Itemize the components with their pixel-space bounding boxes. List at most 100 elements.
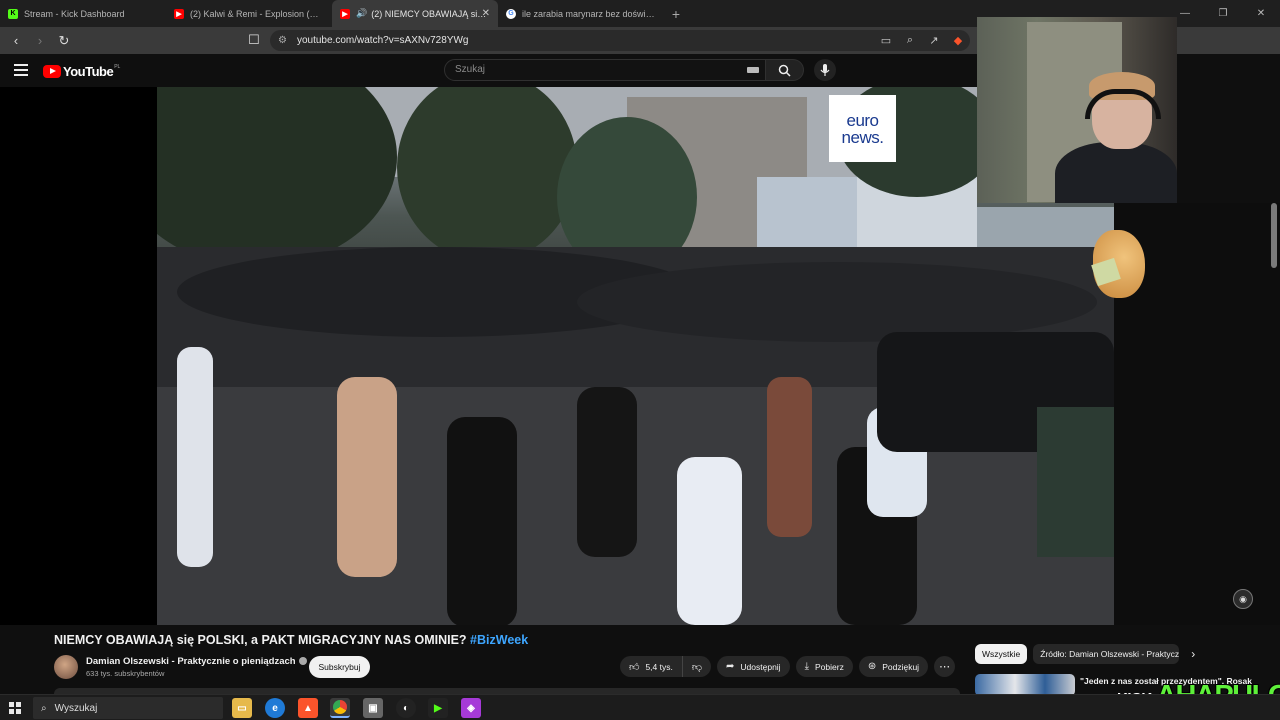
verified-icon bbox=[298, 657, 307, 665]
subscribe-button[interactable]: Subskrybuj bbox=[309, 656, 370, 678]
youtube-logo[interactable]: YouTube PL bbox=[43, 64, 120, 79]
page-scrollbar[interactable] bbox=[1271, 203, 1277, 268]
youtube-icon: ▶ bbox=[174, 8, 184, 19]
tab-kick-dashboard[interactable]: K Stream - Kick Dashboard bbox=[0, 0, 166, 27]
youtube-wordmark: YouTube bbox=[63, 64, 114, 79]
video-title-text: NIEMCY OBAWIAJĄ się POLSKI, a PAKT MIGRA… bbox=[54, 633, 467, 647]
window-controls: — ❐ ✕ bbox=[1166, 0, 1280, 27]
tab-title: Stream - Kick Dashboard bbox=[24, 8, 125, 19]
dislike-button[interactable]: 👎︎ bbox=[683, 656, 711, 677]
app-window-icon[interactable]: ▣ bbox=[363, 698, 383, 718]
thumbs-up-icon: 👍︎ bbox=[629, 661, 640, 673]
download-label: Pobierz bbox=[815, 661, 844, 672]
thanks-label: Podziękuj bbox=[882, 661, 920, 672]
chip-all[interactable]: Wszystkie bbox=[975, 644, 1028, 664]
toolbar-extensions: ▭ ⌕ ↗ ◆ bbox=[876, 30, 968, 50]
google-icon: G bbox=[506, 8, 516, 19]
chevron-right-icon[interactable]: › bbox=[1191, 647, 1195, 661]
windows-start-icon[interactable] bbox=[9, 702, 21, 714]
keyboard-icon[interactable] bbox=[747, 67, 759, 73]
streamer-body bbox=[1055, 142, 1177, 203]
search-input[interactable]: Szukaj bbox=[444, 59, 766, 81]
youtube-icon: ▶ bbox=[340, 8, 350, 19]
file-explorer-icon[interactable]: ▭ bbox=[232, 698, 252, 718]
euronews-logo-line2: news. bbox=[841, 127, 884, 147]
video-title: NIEMCY OBAWIAJĄ się POLSKI, a PAKT MIGRA… bbox=[54, 633, 528, 647]
channel-info: Damian Olszewski - Praktycznie o pieniąd… bbox=[54, 655, 307, 679]
thumbs-down-icon: 👎︎ bbox=[691, 661, 703, 673]
share-arrow-icon: ➦ bbox=[726, 661, 735, 672]
chip-source-channel[interactable]: Źródło: Damian Olszewski - Praktyczn bbox=[1033, 644, 1180, 664]
cast-icon[interactable]: ▭ bbox=[876, 30, 896, 50]
banknote-icon bbox=[1091, 257, 1121, 287]
brave-icon[interactable]: ▲ bbox=[298, 698, 318, 718]
edge-icon[interactable]: e bbox=[265, 698, 285, 718]
zoom-icon[interactable]: ⌕ bbox=[900, 30, 920, 50]
speaker-icon: 🔊 bbox=[356, 8, 368, 18]
close-window-icon[interactable]: ✕ bbox=[1242, 0, 1280, 27]
video-player[interactable]: euro news. bbox=[0, 87, 1114, 625]
search-placeholder: Szukaj bbox=[455, 64, 486, 75]
tab-title: ile zarabia marynarz bez doświadcze bbox=[522, 8, 656, 19]
share-icon[interactable]: ↗ bbox=[924, 30, 944, 50]
microphone-icon bbox=[820, 63, 830, 76]
youtube-play-icon bbox=[43, 65, 61, 78]
recommendation-filter-chips: Wszystkie Źródło: Damian Olszewski - Pra… bbox=[975, 644, 1195, 664]
screen: K Stream - Kick Dashboard ▶ (2) Kalwi & … bbox=[0, 0, 1280, 720]
share-label: Udostępnij bbox=[740, 661, 781, 672]
subscriber-count: 633 tys. subskrybentów bbox=[86, 669, 165, 678]
site-info-icon[interactable]: ⚙ bbox=[278, 35, 287, 46]
share-button[interactable]: ➦ Udostępnij bbox=[717, 656, 790, 677]
stream-overlay-icon: ◉ bbox=[1233, 589, 1253, 609]
windows-taskbar: ⌕ Wyszukaj ▭ e ▲ ▣ ◐ ▶ ◈ bbox=[0, 694, 1280, 720]
search-icon: ⌕ bbox=[41, 702, 47, 714]
euronews-logo: euro news. bbox=[829, 95, 896, 162]
close-tab-icon[interactable]: ✕ bbox=[482, 8, 490, 19]
recommended-video-thumbnail[interactable] bbox=[975, 674, 1075, 696]
channel-name-row[interactable]: Damian Olszewski - Praktycznie o pieniąd… bbox=[86, 656, 307, 667]
like-count: 5,4 tys. bbox=[645, 661, 673, 672]
hamster-money-sticker bbox=[1091, 230, 1145, 298]
discord-like-icon[interactable]: ◈ bbox=[461, 698, 481, 718]
channel-name[interactable]: Damian Olszewski - Praktycznie o pieniąd… bbox=[86, 656, 296, 667]
menu-icon[interactable] bbox=[14, 64, 28, 76]
webcam-overlay bbox=[977, 17, 1177, 203]
search-button[interactable] bbox=[766, 59, 804, 81]
video-actions: 👍︎ 5,4 tys. 👎︎ ➦ Udostępnij ⤓ Pobierz ⊛ … bbox=[620, 656, 956, 677]
channel-avatar[interactable] bbox=[54, 655, 78, 679]
tab-youtube-niemcy[interactable]: ▶ 🔊 (2) NIEMCY OBAWIAJĄ się PO ✕ bbox=[332, 0, 498, 27]
maximize-icon[interactable]: ❐ bbox=[1204, 0, 1242, 27]
taskbar-search-label: Wyszukaj bbox=[54, 702, 98, 714]
forward-icon[interactable]: › bbox=[30, 31, 50, 51]
like-button[interactable]: 👍︎ 5,4 tys. bbox=[620, 656, 683, 677]
tab-title: (2) Kalwi & Remi - Explosion (Theo R bbox=[190, 8, 324, 19]
download-icon: ⤓ bbox=[804, 661, 809, 672]
kick-icon: K bbox=[8, 8, 18, 19]
tab-google-search[interactable]: G ile zarabia marynarz bez doświadcze bbox=[498, 0, 664, 27]
bookmark-icon[interactable]: ☐ bbox=[244, 30, 264, 50]
kick-app-icon[interactable]: ▶ bbox=[428, 698, 448, 718]
obs-icon[interactable]: ◐ bbox=[396, 698, 416, 718]
more-actions-icon[interactable]: ⋯ bbox=[934, 656, 956, 677]
back-icon[interactable]: ‹ bbox=[6, 31, 26, 51]
taskbar-search[interactable]: ⌕ Wyszukaj bbox=[33, 697, 223, 719]
video-hashtag[interactable]: #BizWeek bbox=[470, 633, 528, 647]
download-button[interactable]: ⤓ Pobierz bbox=[795, 656, 853, 677]
search-icon bbox=[778, 64, 791, 77]
tab-youtube-kalwi[interactable]: ▶ (2) Kalwi & Remi - Explosion (Theo R bbox=[166, 0, 332, 27]
new-tab-button[interactable]: + bbox=[664, 6, 688, 22]
brave-shield-icon[interactable]: ◆ bbox=[948, 30, 968, 50]
voice-search-button[interactable] bbox=[814, 59, 836, 81]
url-text: youtube.com/watch?v=sAXNv728YWg bbox=[296, 35, 469, 46]
video-frame: euro news. bbox=[157, 87, 1114, 625]
tab-title: (2) NIEMCY OBAWIAJĄ się PO bbox=[371, 8, 490, 19]
protest-scene-image bbox=[157, 87, 1114, 625]
euronews-logo-line1: euro bbox=[846, 110, 879, 130]
chrome-icon[interactable] bbox=[330, 698, 350, 718]
thanks-button[interactable]: ⊛ Podziękuj bbox=[858, 656, 929, 677]
address-bar[interactable]: ⚙ youtube.com/watch?v=sAXNv728YWg bbox=[270, 30, 970, 51]
thanks-icon: ⊛ bbox=[867, 661, 877, 672]
like-dislike-group: 👍︎ 5,4 tys. 👎︎ bbox=[620, 656, 712, 677]
reload-icon[interactable]: ↻ bbox=[54, 31, 74, 51]
country-code: PL bbox=[114, 63, 121, 70]
